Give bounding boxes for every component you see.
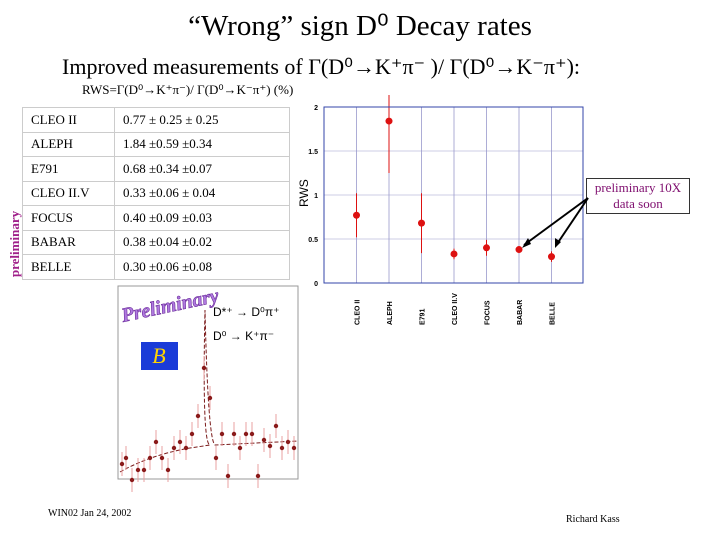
preliminary-side-label: preliminary bbox=[7, 210, 22, 278]
measurement-value: 0.68 ±0.34 ±0.07 bbox=[114, 156, 290, 182]
experiment-name: BABAR bbox=[22, 229, 115, 255]
mass-data-point bbox=[123, 455, 129, 461]
decay-label-2: D⁰ → K⁺π⁻ bbox=[213, 329, 274, 343]
mass-data-point bbox=[213, 455, 219, 461]
measurement-value: 0.38 ±0.04 ±0.02 bbox=[114, 229, 290, 255]
experiment-name: FOCUS bbox=[22, 205, 115, 231]
x-tick-label: CLEO II.V bbox=[452, 293, 459, 325]
experiment-name: E791 bbox=[22, 156, 115, 182]
y-tick-label: 1 bbox=[314, 193, 318, 200]
rws-chart: 0 0.5 1 1.5 2 CLEO II ALEPH E791 CLEO II.V FOCUS B… bbox=[297, 95, 584, 325]
mass-data-point bbox=[119, 461, 125, 467]
experiment-name: CLEO II bbox=[22, 107, 115, 133]
data-point bbox=[418, 219, 425, 227]
decay-label-1: D*⁺ → D⁰π⁺ bbox=[213, 305, 279, 319]
table-row: CLEO II.V 0.33 ±0.06 ± 0.04 bbox=[22, 180, 290, 206]
x-tick-label: E791 bbox=[420, 309, 427, 325]
table-row: BABAR 0.38 ±0.04 ±0.02 bbox=[22, 229, 290, 255]
svg-text:B: B bbox=[152, 343, 165, 368]
mass-data-point bbox=[273, 423, 279, 429]
x-tick-label: CLEO II bbox=[355, 300, 362, 325]
y-axis-label: RWS bbox=[297, 179, 311, 207]
mass-plot: B Preliminary D*⁺ → D⁰π⁺ D⁰ → K⁺π⁻ bbox=[117, 284, 299, 492]
data-point bbox=[515, 246, 523, 254]
x-tick-label: BABAR bbox=[517, 300, 524, 325]
y-tick-label: 1.5 bbox=[308, 149, 318, 156]
x-tick-label: FOCUS bbox=[485, 300, 492, 325]
measurements-table: CLEO II 0.77 ± 0.25 ± 0.25 ALEPH 1.84 ±0.59… bbox=[22, 107, 290, 280]
mass-data-point bbox=[279, 445, 285, 451]
mass-data-point bbox=[135, 467, 141, 473]
mass-data-point bbox=[195, 413, 201, 419]
data-point bbox=[385, 117, 393, 125]
mass-data-point bbox=[141, 467, 147, 473]
mass-data-point bbox=[165, 467, 171, 473]
mass-data-point bbox=[267, 443, 273, 449]
table-row: FOCUS 0.40 ±0.09 ±0.03 bbox=[22, 205, 290, 231]
mass-data-point bbox=[231, 431, 237, 437]
data-point bbox=[450, 250, 458, 258]
slide-title: “Wrong” sign D⁰ Decay rates bbox=[188, 10, 532, 42]
measurement-value: 0.77 ± 0.25 ± 0.25 bbox=[114, 107, 290, 133]
x-tick-label: BELLE bbox=[550, 302, 557, 325]
preliminary-note: preliminary 10X data soon bbox=[586, 178, 690, 214]
mass-data-point bbox=[219, 431, 225, 437]
mass-data-point bbox=[207, 395, 213, 401]
mass-data-point bbox=[285, 439, 291, 445]
experiment-name: BELLE bbox=[22, 254, 115, 280]
y-tick-label: 2 bbox=[314, 105, 318, 112]
y-tick-label: 0 bbox=[314, 281, 318, 288]
mass-data-point bbox=[261, 437, 267, 443]
mass-data-point bbox=[243, 431, 249, 437]
data-point bbox=[353, 211, 360, 219]
data-point bbox=[548, 253, 555, 261]
mass-data-point bbox=[249, 431, 255, 437]
measurement-value: 0.30 ±0.06 ±0.08 bbox=[114, 254, 290, 280]
mass-data-point bbox=[237, 445, 243, 451]
rws-definition: RWS=Γ(D⁰→K⁺π⁻)/ Γ(D⁰→K⁻π⁺) (%) bbox=[82, 82, 294, 97]
mass-data-point bbox=[189, 431, 195, 437]
mass-data-point bbox=[147, 455, 153, 461]
measurement-value: 0.40 ±0.09 ±0.03 bbox=[114, 205, 290, 231]
mass-data-point bbox=[201, 365, 207, 371]
experiment-name: ALEPH bbox=[22, 131, 115, 157]
measurement-value: 1.84 ±0.59 ±0.34 bbox=[114, 131, 290, 157]
x-tick-label: ALEPH bbox=[387, 301, 394, 325]
experiment-name: CLEO II.V bbox=[22, 180, 115, 206]
table-row: CLEO II 0.77 ± 0.25 ± 0.25 bbox=[22, 107, 290, 133]
measurement-value: 0.33 ±0.06 ± 0.04 bbox=[114, 180, 290, 206]
mass-data-point bbox=[171, 445, 177, 451]
footer-conference: WIN02 Jan 24, 2002 bbox=[48, 508, 132, 519]
mass-data-point bbox=[255, 473, 261, 479]
mass-data-point bbox=[129, 477, 135, 483]
mass-data-point bbox=[183, 445, 189, 451]
mass-data-point bbox=[291, 445, 297, 451]
mass-data-point bbox=[153, 439, 159, 445]
table-row: E791 0.68 ±0.34 ±0.07 bbox=[22, 156, 290, 182]
table-row: ALEPH 1.84 ±0.59 ±0.34 bbox=[22, 131, 290, 157]
mass-data-point bbox=[177, 439, 183, 445]
table-row: BELLE 0.30 ±0.06 ±0.08 bbox=[22, 254, 290, 280]
mass-data-point bbox=[225, 473, 231, 479]
data-point bbox=[483, 244, 490, 252]
footer-author: Richard Kass bbox=[566, 514, 620, 525]
y-tick-label: 0.5 bbox=[308, 237, 318, 244]
mass-data-point bbox=[159, 455, 165, 461]
slide-subtitle: Improved measurements of Γ(D⁰→K⁺π⁻ )/ Γ(… bbox=[62, 54, 581, 79]
